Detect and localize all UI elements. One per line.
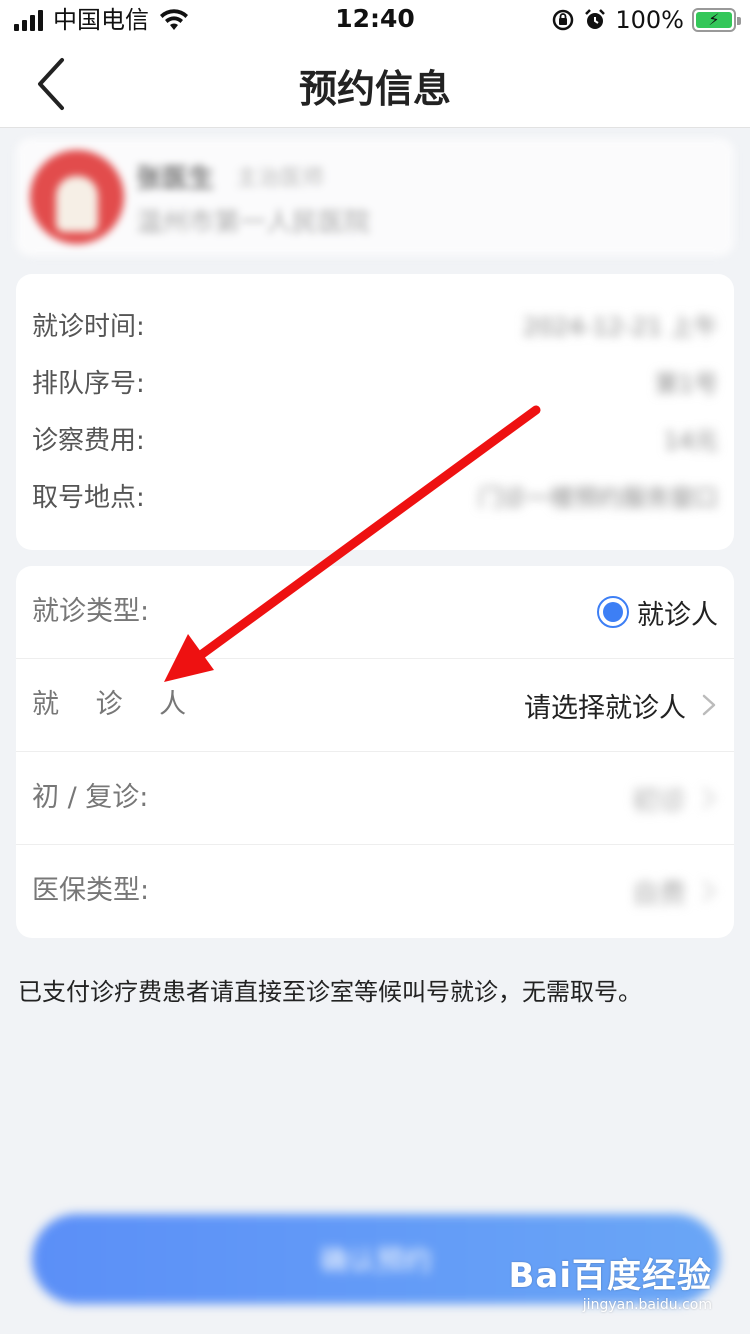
- info-row-fee: 诊察费用: 14元: [32, 421, 718, 461]
- status-right: 100% ⚡: [551, 6, 741, 34]
- payment-notice: 已支付诊疗费患者请直接至诊室等候叫号就诊，无需取号。: [18, 978, 642, 1006]
- status-bar: 中国电信 12:40 100% ⚡: [0, 0, 750, 40]
- info-value: 门诊一楼预约服务窗口: [478, 484, 718, 512]
- radio-checked-icon[interactable]: [597, 596, 629, 628]
- info-value: 14元: [663, 427, 718, 455]
- radio-label: 就诊人: [637, 599, 718, 631]
- watermark-logo: Bai百度经验: [508, 1256, 712, 1296]
- chevron-right-icon: [702, 694, 716, 716]
- battery-percentage: 100%: [615, 6, 684, 34]
- doctor-hospital: 温州市第一人民医院: [136, 208, 371, 238]
- appointment-info-card: 就诊时间: 2024-12-21 上午 排队序号: 第1号 诊察费用: 14元 …: [16, 274, 734, 550]
- info-label: 就诊时间:: [32, 312, 145, 342]
- page-title: 预约信息: [298, 67, 451, 111]
- doctor-title: 主治医师: [236, 166, 325, 191]
- doctor-name: 张医生: [136, 164, 215, 194]
- info-row-pickup-location: 取号地点: 门诊一楼预约服务窗口: [32, 478, 718, 518]
- nav-bar: 预约信息: [0, 40, 750, 128]
- chevron-right-icon: [702, 880, 716, 902]
- first-visit-value: 初诊: [632, 785, 686, 817]
- visit-type-label: 就诊类型:: [32, 596, 150, 627]
- insurance-value: 自费: [632, 878, 686, 910]
- charging-bolt-icon: ⚡: [708, 10, 720, 29]
- chevron-right-icon: [702, 787, 716, 809]
- info-row-queue-number: 排队序号: 第1号: [32, 364, 718, 404]
- watermark-url: jingyan.baidu.com: [582, 1297, 712, 1313]
- form-row-first-visit[interactable]: 初 / 复诊: 初诊: [16, 752, 734, 845]
- info-label: 排队序号:: [32, 369, 145, 399]
- first-visit-label: 初 / 复诊:: [32, 782, 149, 813]
- insurance-select[interactable]: 自费: [632, 845, 718, 937]
- visit-type-radio[interactable]: 就诊人: [597, 566, 718, 658]
- info-label: 取号地点:: [32, 483, 145, 513]
- info-value: 2024-12-21 上午: [522, 313, 718, 341]
- form-row-insurance[interactable]: 医保类型: 自费: [16, 845, 734, 938]
- form-row-visit-type: 就诊类型: 就诊人: [16, 566, 734, 659]
- info-label: 诊察费用:: [32, 426, 145, 456]
- form-row-patient[interactable]: 就 诊 人 请选择就诊人: [16, 659, 734, 752]
- battery-icon: ⚡: [692, 8, 741, 32]
- info-value: 第1号: [654, 370, 718, 398]
- alarm-icon: [585, 9, 606, 29]
- insurance-label: 医保类型:: [32, 875, 150, 906]
- info-row-visit-time: 就诊时间: 2024-12-21 上午: [32, 307, 718, 347]
- doctor-card: 张医生 主治医师 温州市第一人民医院: [16, 138, 734, 256]
- baidu-watermark: Bai百度经验 jingyan.baidu.com: [508, 1248, 712, 1313]
- patient-placeholder: 请选择就诊人: [524, 692, 686, 724]
- doctor-avatar: [30, 150, 124, 244]
- confirm-button-label: 确认预约: [319, 1244, 432, 1277]
- first-visit-select[interactable]: 初诊: [632, 752, 718, 844]
- patient-select[interactable]: 请选择就诊人: [524, 659, 718, 751]
- orientation-lock-icon: [553, 9, 574, 31]
- patient-label: 就 诊 人: [32, 689, 201, 720]
- visit-form-card: 就诊类型: 就诊人 就 诊 人 请选择就诊人 初 / 复诊: 初诊 医保类型: …: [16, 566, 734, 938]
